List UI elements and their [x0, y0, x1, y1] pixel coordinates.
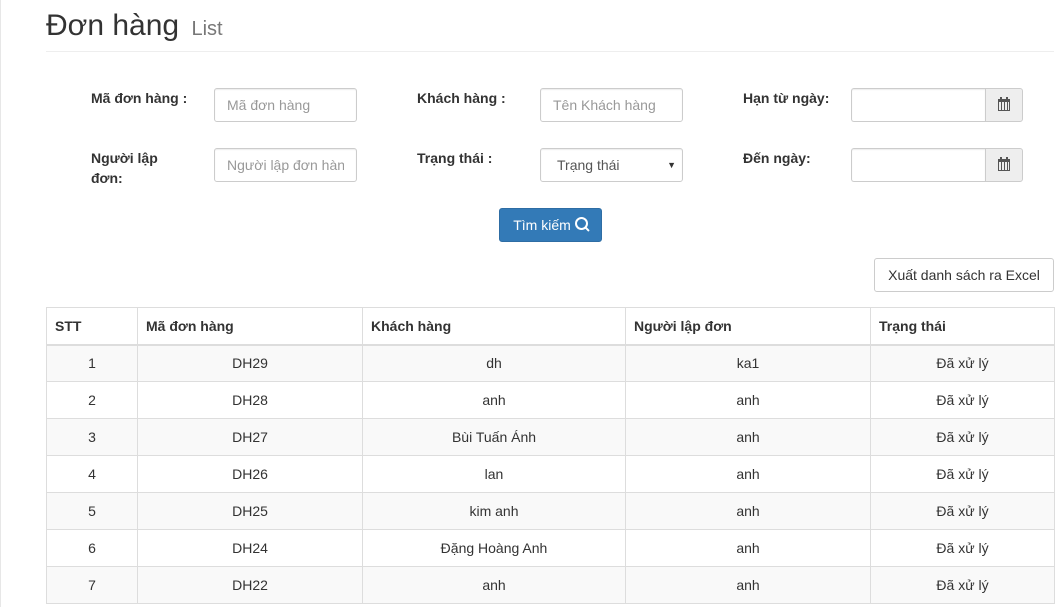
table-row[interactable]: 5 DH25 kim anh anh Đã xử lý [46, 492, 1055, 530]
caret-down-icon: ▼ [667, 160, 676, 170]
order-code-label: Mã đơn hàng : [91, 90, 188, 106]
cell-status: Đã xử lý [870, 455, 1055, 493]
orders-table: STT Mã đơn hàng Khách hàng Người lập đơn… [46, 307, 1055, 604]
column-header-stt: STT [46, 307, 138, 346]
cell-customer: anh [362, 381, 626, 419]
page-title-text: Đơn hàng [46, 9, 180, 42]
cell-stt: 2 [46, 381, 138, 419]
status-select-value: Trạng thái [557, 157, 620, 173]
to-date-button[interactable] [985, 148, 1023, 182]
cell-creator: anh [625, 455, 871, 493]
cell-creator: ka1 [625, 344, 871, 382]
cell-status: Đã xử lý [870, 529, 1055, 567]
table-row[interactable]: 7 DH22 anh anh Đã xử lý [46, 566, 1055, 604]
search-button[interactable]: Tìm kiếm [499, 208, 602, 242]
cell-status: Đã xử lý [870, 492, 1055, 530]
from-date-input[interactable] [851, 88, 985, 122]
cell-creator: anh [625, 492, 871, 530]
from-date-button[interactable] [985, 88, 1023, 122]
cell-customer: dh [362, 344, 626, 382]
cell-stt: 7 [46, 566, 138, 604]
cell-stt: 5 [46, 492, 138, 530]
from-date-picker [851, 88, 1023, 122]
cell-customer: Đặng Hoàng Anh [362, 529, 626, 567]
column-header-creator: Người lập đơn [625, 307, 871, 346]
column-header-status: Trạng thái [870, 307, 1055, 346]
cell-stt: 6 [46, 529, 138, 567]
calendar-icon [998, 97, 1010, 111]
order-code-input[interactable] [214, 88, 357, 122]
cell-stt: 1 [46, 344, 138, 382]
to-date-label: Đến ngày: [743, 150, 811, 166]
left-divider [0, 0, 1, 607]
customer-label: Khách hàng : [417, 90, 506, 106]
cell-order-code: DH22 [137, 566, 363, 604]
creator-label: Người lập đơn: [91, 150, 158, 186]
column-header-customer: Khách hàng [362, 307, 626, 346]
export-excel-button[interactable]: Xuất danh sách ra Excel [874, 258, 1054, 292]
cell-status: Đã xử lý [870, 566, 1055, 604]
status-label: Trạng thái : [417, 150, 493, 166]
page-subtitle: List [191, 18, 223, 40]
cell-creator: anh [625, 381, 871, 419]
table-row[interactable]: 4 DH26 lan anh Đã xử lý [46, 455, 1055, 493]
table-header-row: STT Mã đơn hàng Khách hàng Người lập đơn… [46, 307, 1055, 346]
page-header: Đơn hàng List [46, 0, 1054, 52]
cell-status: Đã xử lý [870, 418, 1055, 456]
table-row[interactable]: 2 DH28 anh anh Đã xử lý [46, 381, 1055, 419]
cell-creator: anh [625, 566, 871, 604]
cell-order-code: DH28 [137, 381, 363, 419]
cell-customer: lan [362, 455, 626, 493]
customer-input[interactable] [540, 88, 683, 122]
cell-order-code: DH24 [137, 529, 363, 567]
from-date-label: Hạn từ ngày: [743, 90, 830, 106]
column-header-order-code: Mã đơn hàng [137, 307, 363, 346]
cell-stt: 3 [46, 418, 138, 456]
table-row[interactable]: 6 DH24 Đặng Hoàng Anh anh Đã xử lý [46, 529, 1055, 567]
cell-order-code: DH25 [137, 492, 363, 530]
order-list-page: Đơn hàng List Mã đơn hàng : Khách hàng :… [0, 0, 1062, 607]
to-date-picker [851, 148, 1023, 182]
page-title: Đơn hàng List [46, 8, 223, 47]
calendar-icon [998, 157, 1010, 171]
table-row[interactable]: 1 DH29 dh ka1 Đã xử lý [46, 344, 1055, 382]
status-select[interactable]: Trạng thái ▼ [540, 148, 683, 182]
table-row[interactable]: 3 DH27 Bùi Tuấn Ánh anh Đã xử lý [46, 418, 1055, 456]
creator-input[interactable] [214, 148, 357, 182]
to-date-input[interactable] [851, 148, 985, 182]
cell-customer: anh [362, 566, 626, 604]
search-icon [574, 217, 588, 230]
cell-order-code: DH26 [137, 455, 363, 493]
cell-order-code: DH29 [137, 344, 363, 382]
cell-status: Đã xử lý [870, 344, 1055, 382]
cell-creator: anh [625, 418, 871, 456]
cell-order-code: DH27 [137, 418, 363, 456]
export-excel-label: Xuất danh sách ra Excel [888, 267, 1040, 283]
cell-stt: 4 [46, 455, 138, 493]
cell-customer: Bùi Tuấn Ánh [362, 418, 626, 456]
cell-creator: anh [625, 529, 871, 567]
search-button-label: Tìm kiếm [513, 217, 571, 233]
cell-customer: kim anh [362, 492, 626, 530]
cell-status: Đã xử lý [870, 381, 1055, 419]
